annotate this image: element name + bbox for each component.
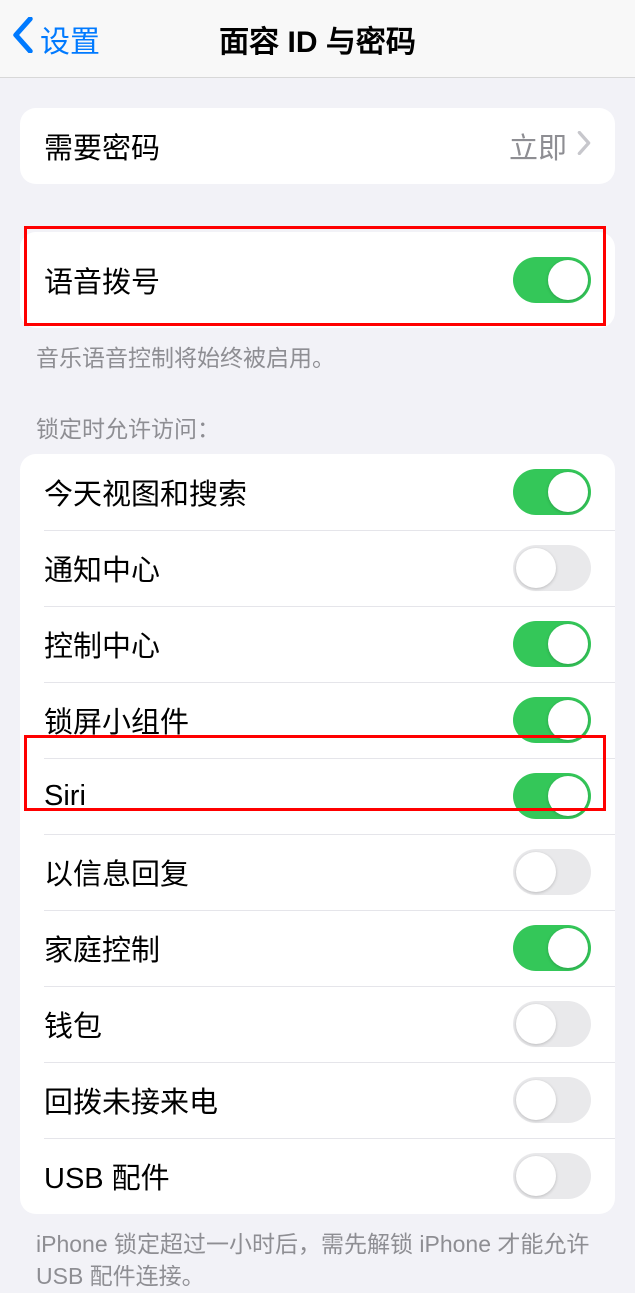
locked-access-toggle[interactable] [513, 469, 591, 515]
locked-access-label: 回拨未接来电 [44, 1079, 513, 1121]
locked-access-toggle[interactable] [513, 545, 591, 591]
navbar: 设置 面容 ID 与密码 [0, 0, 635, 78]
locked-access-toggle[interactable] [513, 925, 591, 971]
locked-access-label: Siri [44, 780, 513, 813]
locked-access-row: Siri [20, 758, 615, 834]
locked-access-row: 今天视图和搜索 [20, 454, 615, 530]
voice-dial-footer: 音乐语音控制将始终被启用。 [0, 328, 635, 374]
locked-access-group: 今天视图和搜索通知中心控制中心锁屏小组件 Siri 以信息回复家庭控制钱包回拨未接来… [20, 454, 615, 1214]
voice-dial-toggle[interactable] [513, 257, 591, 303]
locked-access-row: 以信息回复 [20, 834, 615, 910]
locked-access-toggle[interactable] [513, 697, 591, 743]
locked-access-header: 锁定时允许访问： [0, 374, 635, 454]
locked-access-toggle[interactable] [513, 1077, 591, 1123]
locked-access-toggle[interactable] [513, 773, 591, 819]
voice-dial-label: 语音拨号 [44, 259, 513, 301]
require-passcode-value: 立即 [509, 125, 567, 167]
require-passcode-label: 需要密码 [44, 125, 509, 167]
locked-access-row: 回拨未接来电 [20, 1062, 615, 1138]
locked-access-row: 家庭控制 [20, 910, 615, 986]
locked-access-footer: iPhone 锁定超过一小时后，需先解锁 iPhone 才能允许 USB 配件连… [0, 1214, 635, 1292]
locked-access-label: 通知中心 [44, 547, 513, 589]
locked-access-label: 今天视图和搜索 [44, 471, 513, 513]
locked-access-label: 家庭控制 [44, 927, 513, 969]
voice-dial-row: 语音拨号 [20, 232, 615, 328]
locked-access-row: 锁屏小组件 [20, 682, 615, 758]
locked-access-label: 锁屏小组件 [44, 699, 513, 741]
back-button[interactable]: 设置 [0, 17, 100, 61]
locked-access-row: 控制中心 [20, 606, 615, 682]
locked-access-label: 控制中心 [44, 623, 513, 665]
back-label: 设置 [40, 17, 100, 61]
locked-access-toggle[interactable] [513, 849, 591, 895]
locked-access-label: 以信息回复 [44, 851, 513, 893]
locked-access-row: 钱包 [20, 986, 615, 1062]
locked-access-row: USB 配件 [20, 1138, 615, 1214]
locked-access-label: 钱包 [44, 1003, 513, 1045]
locked-access-row: 通知中心 [20, 530, 615, 606]
require-passcode-row[interactable]: 需要密码 立即 [20, 108, 615, 184]
locked-access-toggle[interactable] [513, 1001, 591, 1047]
locked-access-label: USB 配件 [44, 1155, 513, 1197]
voice-dial-group: 语音拨号 [20, 232, 615, 328]
chevron-right-icon [577, 130, 591, 163]
locked-access-toggle[interactable] [513, 621, 591, 667]
require-passcode-group: 需要密码 立即 [20, 108, 615, 184]
locked-access-toggle[interactable] [513, 1153, 591, 1199]
chevron-left-icon [12, 17, 34, 61]
